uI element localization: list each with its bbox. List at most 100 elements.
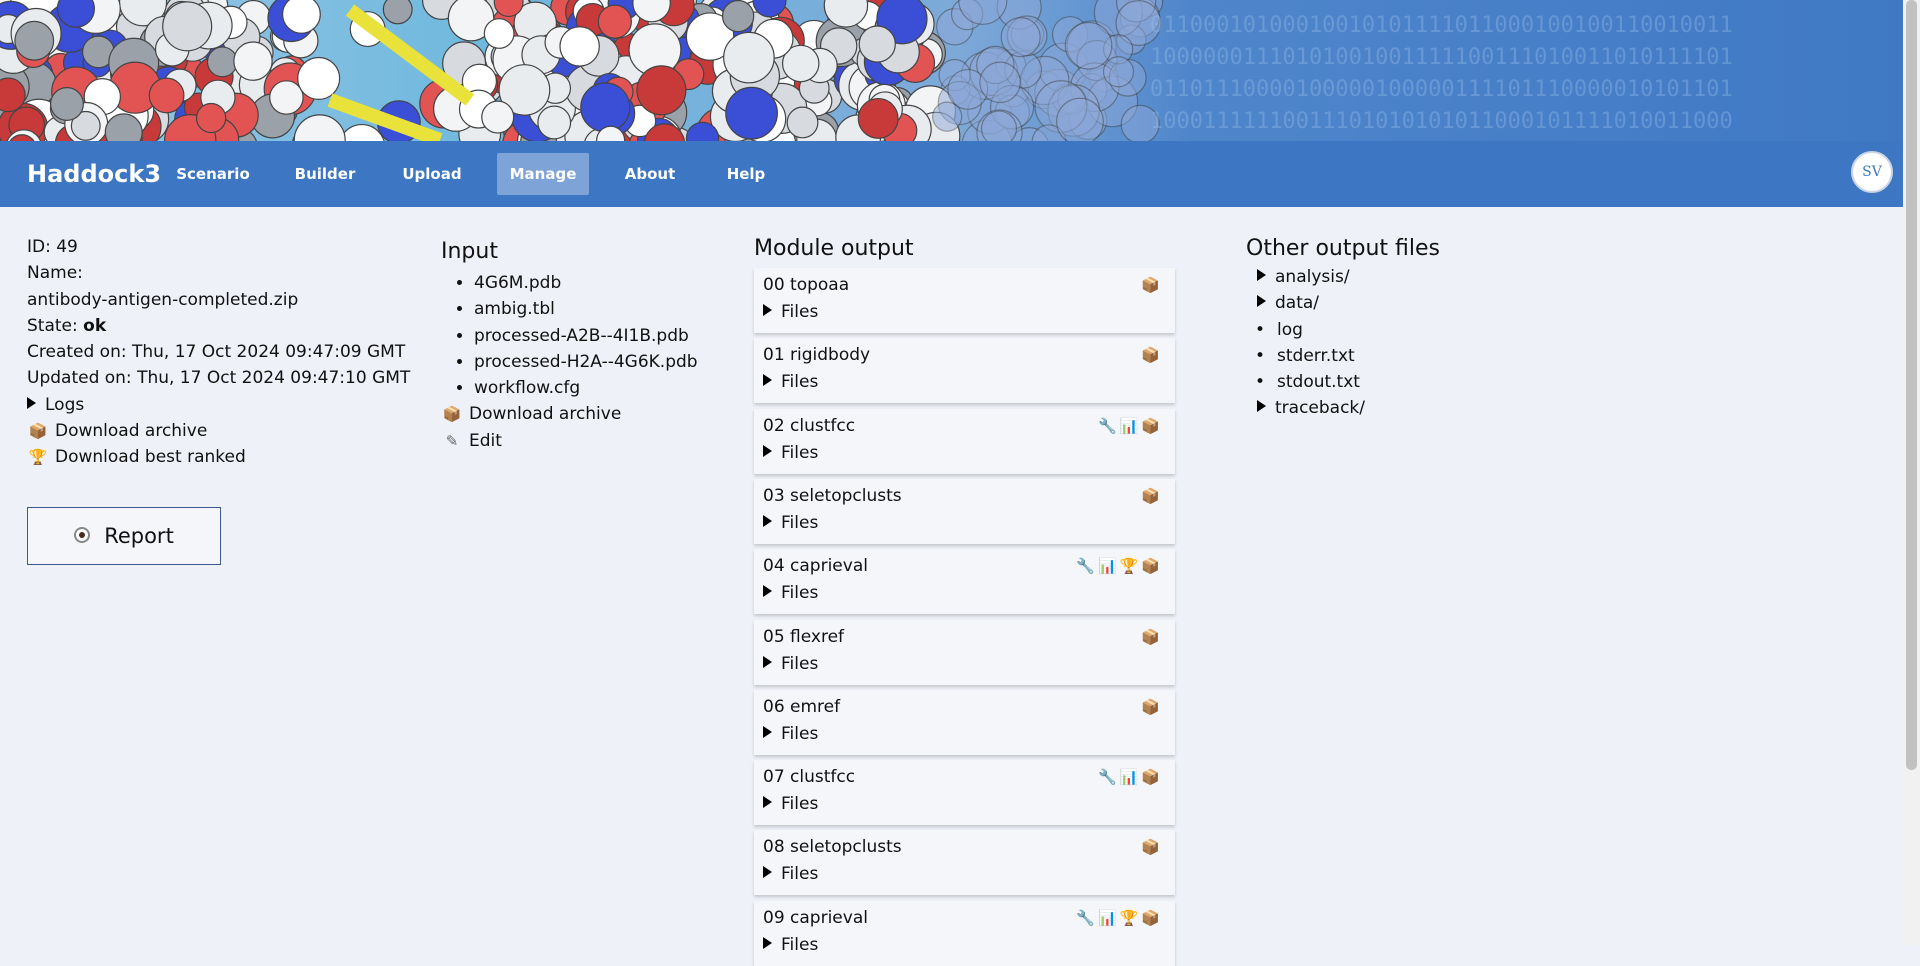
module-files-toggle[interactable]: Files bbox=[763, 654, 818, 674]
user-avatar[interactable]: SV bbox=[1851, 151, 1893, 193]
box-icon[interactable]: 📦 bbox=[1141, 838, 1163, 856]
module-files-toggle[interactable]: Files bbox=[763, 864, 818, 884]
nav-item-scenario[interactable]: Scenario bbox=[170, 153, 256, 195]
module-files-toggle[interactable]: Files bbox=[763, 794, 818, 814]
report-button-label: Report bbox=[104, 524, 174, 548]
box-icon[interactable]: 📦 bbox=[1141, 417, 1163, 435]
job-state-label: State: bbox=[27, 315, 84, 336]
output-entry-label: data/ bbox=[1275, 293, 1320, 314]
nav-item-manage[interactable]: Manage bbox=[497, 153, 589, 195]
chart-icon[interactable]: 📊 bbox=[1098, 557, 1120, 575]
module-files-label: Files bbox=[781, 512, 819, 533]
box-icon[interactable]: 📦 bbox=[1141, 909, 1163, 927]
edit-link[interactable]: ✎ Edit bbox=[441, 428, 698, 454]
module-files-toggle[interactable]: Files bbox=[763, 724, 818, 744]
expand-triangle-icon bbox=[763, 444, 772, 457]
module-card: 00 topoaa 📦 Files bbox=[754, 268, 1175, 333]
input-file-list: 4G6M.pdb ambig.tbl processed-A2B--4I1B.p… bbox=[441, 270, 698, 401]
job-updated: Updated on: Thu, 17 Oct 2024 09:47:10 GM… bbox=[27, 368, 411, 389]
trophy-icon[interactable]: 🏆 bbox=[1120, 557, 1142, 575]
bullet-icon: • bbox=[1255, 345, 1266, 366]
module-files-toggle[interactable]: Files bbox=[763, 302, 818, 322]
module-files-label: Files bbox=[781, 723, 819, 744]
module-actions: 🔧📊📦 bbox=[1098, 417, 1163, 435]
module-files-toggle[interactable]: Files bbox=[763, 372, 818, 392]
box-icon[interactable]: 📦 bbox=[1141, 346, 1163, 364]
input-file-link[interactable]: workflow.cfg bbox=[474, 375, 698, 401]
logs-label: Logs bbox=[45, 394, 85, 415]
output-entry-label: stderr.txt bbox=[1277, 345, 1355, 366]
module-output-section: Module output bbox=[754, 234, 914, 264]
input-file-link[interactable]: 4G6M.pdb bbox=[474, 270, 698, 296]
input-download-label: Download archive bbox=[469, 404, 622, 425]
file-link[interactable]: • stderr.txt bbox=[1246, 343, 1440, 369]
output-entry-label: analysis/ bbox=[1275, 267, 1350, 287]
input-file-link[interactable]: ambig.tbl bbox=[474, 296, 698, 322]
brand-logo[interactable]: Haddock3 bbox=[27, 141, 161, 207]
box-icon: 📦 bbox=[442, 405, 462, 424]
module-files-toggle[interactable]: Files bbox=[763, 443, 818, 463]
box-icon[interactable]: 📦 bbox=[1141, 628, 1163, 646]
nav-item-help[interactable]: Help bbox=[714, 153, 778, 195]
module-card: 06 emref 📦 Files bbox=[754, 689, 1175, 755]
input-file-link[interactable]: processed-H2A--4G6K.pdb bbox=[474, 349, 698, 375]
file-link[interactable]: • stdout.txt bbox=[1246, 369, 1440, 395]
download-archive-link[interactable]: 📦 Download archive bbox=[27, 418, 410, 444]
module-card: 02 clustfcc 🔧📊📦 Files bbox=[754, 408, 1175, 474]
module-actions: 📦 bbox=[1141, 838, 1163, 856]
wrench-icon[interactable]: 🔧 bbox=[1098, 768, 1120, 786]
chart-icon[interactable]: 📊 bbox=[1098, 909, 1120, 927]
module-actions: 📦 bbox=[1141, 346, 1163, 364]
box-icon[interactable]: 📦 bbox=[1141, 276, 1163, 294]
input-section: Input 4G6M.pdb ambig.tbl processed-A2B--… bbox=[441, 234, 698, 454]
input-file-link[interactable]: processed-A2B--4I1B.pdb bbox=[474, 323, 698, 349]
module-output-title: Module output bbox=[754, 236, 914, 261]
pencil-icon: ✎ bbox=[445, 431, 459, 450]
bullet-icon: • bbox=[1255, 372, 1266, 393]
folder-toggle[interactable]: analysis/ bbox=[1246, 264, 1440, 290]
folder-toggle[interactable]: traceback/ bbox=[1246, 395, 1440, 421]
box-icon[interactable]: 📦 bbox=[1141, 768, 1163, 786]
module-card: 01 rigidbody 📦 Files bbox=[754, 338, 1175, 404]
download-archive-label: Download archive bbox=[55, 421, 208, 442]
navbar: Haddock3 Scenario Builder Upload Manage … bbox=[0, 141, 1920, 207]
scrollbar-thumb[interactable] bbox=[1906, 0, 1917, 770]
logs-toggle[interactable]: Logs bbox=[27, 392, 410, 418]
nav-item-builder[interactable]: Builder bbox=[286, 153, 364, 195]
bullet-icon: • bbox=[1255, 319, 1266, 340]
wrench-icon[interactable]: 🔧 bbox=[1076, 909, 1098, 927]
eye-icon bbox=[74, 527, 91, 543]
other-output-title: Other output files bbox=[1246, 236, 1440, 261]
nav-item-upload[interactable]: Upload bbox=[394, 153, 470, 195]
box-icon[interactable]: 📦 bbox=[1141, 698, 1163, 716]
trophy-icon[interactable]: 🏆 bbox=[1120, 909, 1142, 927]
report-button[interactable]: Report bbox=[27, 507, 221, 565]
module-files-toggle[interactable]: Files bbox=[763, 583, 818, 603]
expand-triangle-icon bbox=[1257, 400, 1266, 413]
module-name: 01 rigidbody bbox=[763, 345, 871, 366]
wrench-icon[interactable]: 🔧 bbox=[1076, 557, 1098, 575]
nav-item-about[interactable]: About bbox=[614, 153, 686, 195]
module-files-toggle[interactable]: Files bbox=[763, 513, 818, 533]
wrench-icon[interactable]: 🔧 bbox=[1098, 417, 1120, 435]
trophy-icon: 🏆 bbox=[28, 448, 48, 467]
module-files-label: Files bbox=[781, 864, 819, 885]
expand-triangle-icon bbox=[1257, 295, 1266, 308]
chart-icon[interactable]: 📊 bbox=[1120, 417, 1142, 435]
folder-toggle[interactable]: data/ bbox=[1246, 290, 1440, 316]
file-link[interactable]: • log bbox=[1246, 317, 1440, 343]
output-entry-label: stdout.txt bbox=[1277, 372, 1360, 393]
job-name-label: Name: bbox=[27, 263, 83, 284]
expand-triangle-icon bbox=[1257, 269, 1266, 281]
expand-triangle-icon bbox=[763, 514, 772, 527]
chart-icon[interactable]: 📊 bbox=[1120, 768, 1142, 786]
download-best-ranked-link[interactable]: 🏆 Download best ranked bbox=[27, 444, 410, 470]
module-card: 05 flexref 📦 Files bbox=[754, 619, 1175, 685]
input-download-archive-link[interactable]: 📦 Download archive bbox=[441, 401, 698, 427]
expand-triangle-icon bbox=[763, 304, 772, 316]
expand-triangle-icon bbox=[763, 655, 772, 668]
module-actions: 📦 bbox=[1141, 628, 1163, 646]
box-icon[interactable]: 📦 bbox=[1141, 557, 1163, 575]
box-icon[interactable]: 📦 bbox=[1141, 487, 1163, 505]
module-files-label: Files bbox=[781, 442, 819, 463]
